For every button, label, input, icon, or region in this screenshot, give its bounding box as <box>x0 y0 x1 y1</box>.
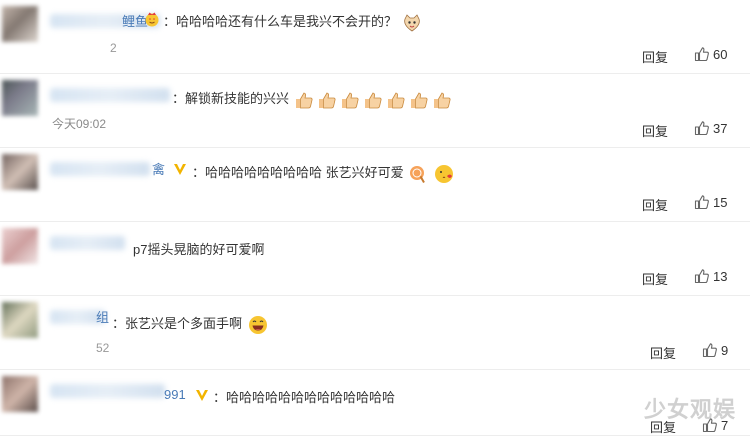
like-count: 37 <box>713 120 728 136</box>
crown-heart-eyes-emoji-icon <box>144 11 160 27</box>
comment-text: ：解锁新技能的兴兴 <box>172 88 454 110</box>
colon: ： <box>172 91 186 106</box>
avatar[interactable] <box>2 80 38 116</box>
comment-body: 哈哈哈哈还有什么车是我兴不会开的？ <box>176 14 398 29</box>
like-count: 13 <box>713 268 728 284</box>
like-button[interactable]: 9 <box>702 340 728 360</box>
comment-text: p7摇头晃脑的好可爱啊 <box>133 239 264 258</box>
comment-text: ：哈哈哈哈还有什么车是我兴不会开的？ <box>163 11 422 33</box>
avatar[interactable] <box>2 376 38 412</box>
watermark-logo: 少女观娱 <box>643 398 736 423</box>
reply-button[interactable]: 回复 <box>642 47 668 66</box>
reply-button[interactable]: 回复 <box>642 195 668 214</box>
username-blurred[interactable] <box>50 162 150 176</box>
comment-item: 991 ：哈哈哈哈哈哈哈哈哈哈哈哈哈 回复 7 <box>0 370 750 436</box>
timestamp: 今天09:02 <box>52 117 107 131</box>
username-suffix[interactable]: 991 <box>164 387 186 402</box>
heart-kiss-emoji-icon <box>434 164 453 183</box>
comment-item: p7摇头晃脑的好可爱啊 回复 13 <box>0 222 750 296</box>
like-count: 15 <box>713 194 728 210</box>
thumbs-up-emoji-icon <box>293 91 454 108</box>
comment-text: ：哈哈哈哈哈哈哈哈哈哈哈哈哈 <box>213 387 395 406</box>
reply-button[interactable]: 回复 <box>650 343 676 362</box>
reply-button[interactable]: 回复 <box>642 121 668 140</box>
thumbs-up-icon <box>694 195 709 210</box>
like-button[interactable]: 37 <box>694 118 727 138</box>
colon: ： <box>192 165 206 180</box>
colon: ： <box>213 390 227 405</box>
username-blurred[interactable] <box>50 384 165 398</box>
avatar[interactable] <box>2 302 38 338</box>
thumbs-up-icon <box>694 47 709 62</box>
comment-body: 哈哈哈哈哈哈哈哈哈哈哈哈哈 <box>226 390 396 405</box>
thumbs-up-icon <box>694 121 709 136</box>
vip-v-badge-icon <box>194 387 210 403</box>
username-suffix[interactable]: 组 <box>96 307 109 326</box>
username-blurred[interactable] <box>50 236 125 250</box>
thumbs-up-icon <box>702 343 717 358</box>
comment-item: 组 ：张艺兴是个多面手啊 52 回复 9 <box>0 296 750 370</box>
like-button[interactable]: 13 <box>694 266 727 286</box>
colon: ： <box>163 14 177 29</box>
laughing-emoji-icon <box>248 315 267 334</box>
timestamp: 2 <box>110 41 117 55</box>
avatar[interactable] <box>2 154 38 190</box>
like-count: 9 <box>721 342 729 358</box>
comment-body: 解锁新技能的兴兴 <box>185 91 290 106</box>
comment-item: ：解锁新技能的兴兴 今天09:02 回复 37 <box>0 74 750 148</box>
comment-body: p7摇头晃脑的好可爱啊 <box>133 242 265 257</box>
lollipop-kiss-emoji-icon <box>410 165 426 183</box>
like-button[interactable]: 15 <box>694 192 727 212</box>
colon: ： <box>112 316 126 331</box>
like-button[interactable]: 60 <box>694 44 727 64</box>
comment-item: 禽 ：哈哈哈哈哈哈哈哈哈 张艺兴好可爱 回复 15 <box>0 148 750 222</box>
comment-text: ：哈哈哈哈哈哈哈哈哈 张艺兴好可爱 <box>192 162 455 185</box>
username-blurred[interactable] <box>50 88 170 102</box>
comment-body: 哈哈哈哈哈哈哈哈哈 张艺兴好可爱 <box>205 165 404 180</box>
comment-item: 鲤鱼 ：哈哈哈哈还有什么车是我兴不会开的？ 2 回复 60 <box>0 0 750 74</box>
reply-button[interactable]: 回复 <box>642 269 668 288</box>
avatar[interactable] <box>2 6 38 42</box>
comment-text: ：张艺兴是个多面手啊 <box>112 313 269 336</box>
comment-body: 张艺兴是个多面手啊 <box>125 316 243 331</box>
username-suffix[interactable]: 禽 <box>152 159 165 178</box>
avatar[interactable] <box>2 228 38 264</box>
vip-v-badge-icon <box>172 161 188 177</box>
like-count: 60 <box>713 46 728 62</box>
thumbs-up-icon <box>694 269 709 284</box>
timestamp: 52 <box>96 341 110 355</box>
cat-emoji-icon <box>403 13 420 32</box>
